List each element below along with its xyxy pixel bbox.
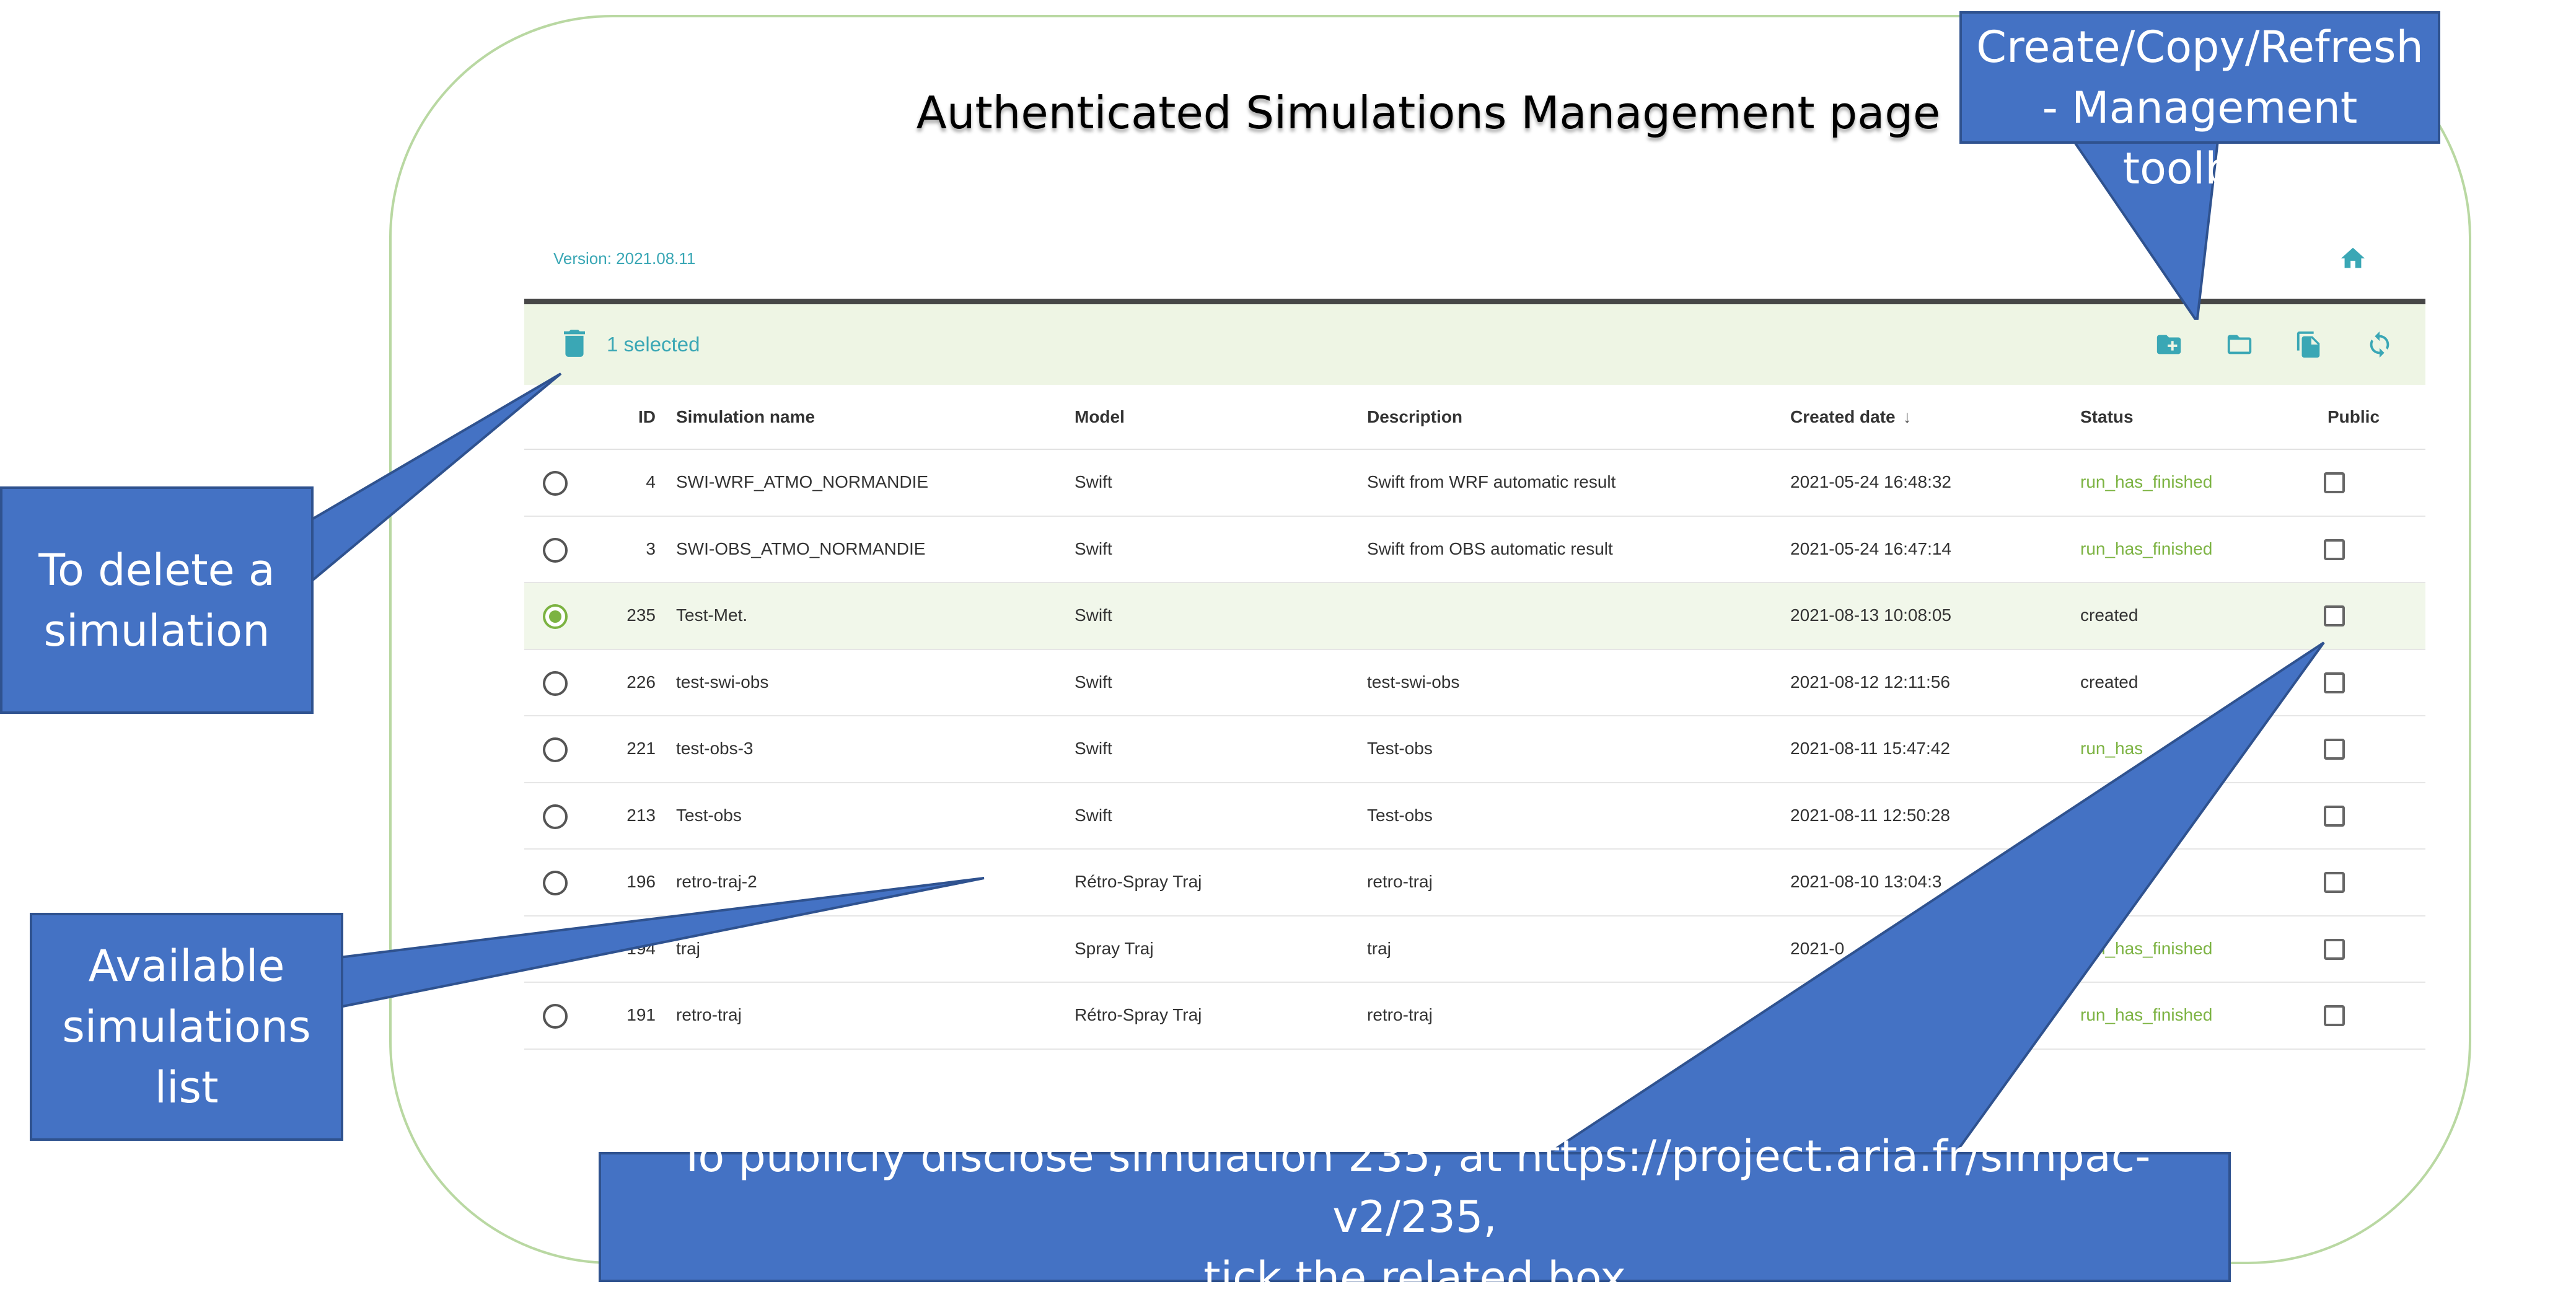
toolbar-callout: To Create/Copy/Refresh- Management toolb… bbox=[1959, 0, 2440, 194]
list-callout-pointer bbox=[338, 877, 985, 1009]
list-callout: Available simulations list bbox=[30, 913, 343, 1141]
delete-callout-pointer bbox=[309, 372, 562, 586]
delete-callout: To delete a simulation bbox=[0, 486, 314, 714]
public-callout-pointer bbox=[1540, 641, 2325, 1158]
public-callout: To publicly disclose simulation 235, at … bbox=[599, 1131, 2231, 1303]
